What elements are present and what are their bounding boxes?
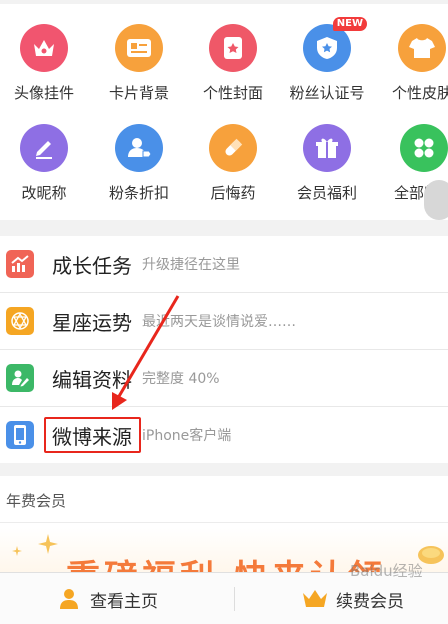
promo-banner-text: 重磅福利 快来认领 <box>66 550 386 572</box>
annual-vip-section: 年费会员 重磅福利 快来认领 <box>0 476 448 572</box>
section-title: 年费会员 <box>6 492 67 510</box>
view-homepage-label: 查看主页 <box>90 591 158 612</box>
tab-divider <box>234 587 235 611</box>
renew-membership-label: 续费会员 <box>336 591 404 612</box>
divider <box>0 522 448 523</box>
person-icon <box>60 589 78 609</box>
watermark: Baidu经验 <box>350 562 423 580</box>
sparkle-icon <box>12 546 22 556</box>
view-homepage-button[interactable]: 查看主页 <box>58 573 158 624</box>
sparkle-icon <box>38 534 58 554</box>
crown-icon <box>303 590 327 607</box>
